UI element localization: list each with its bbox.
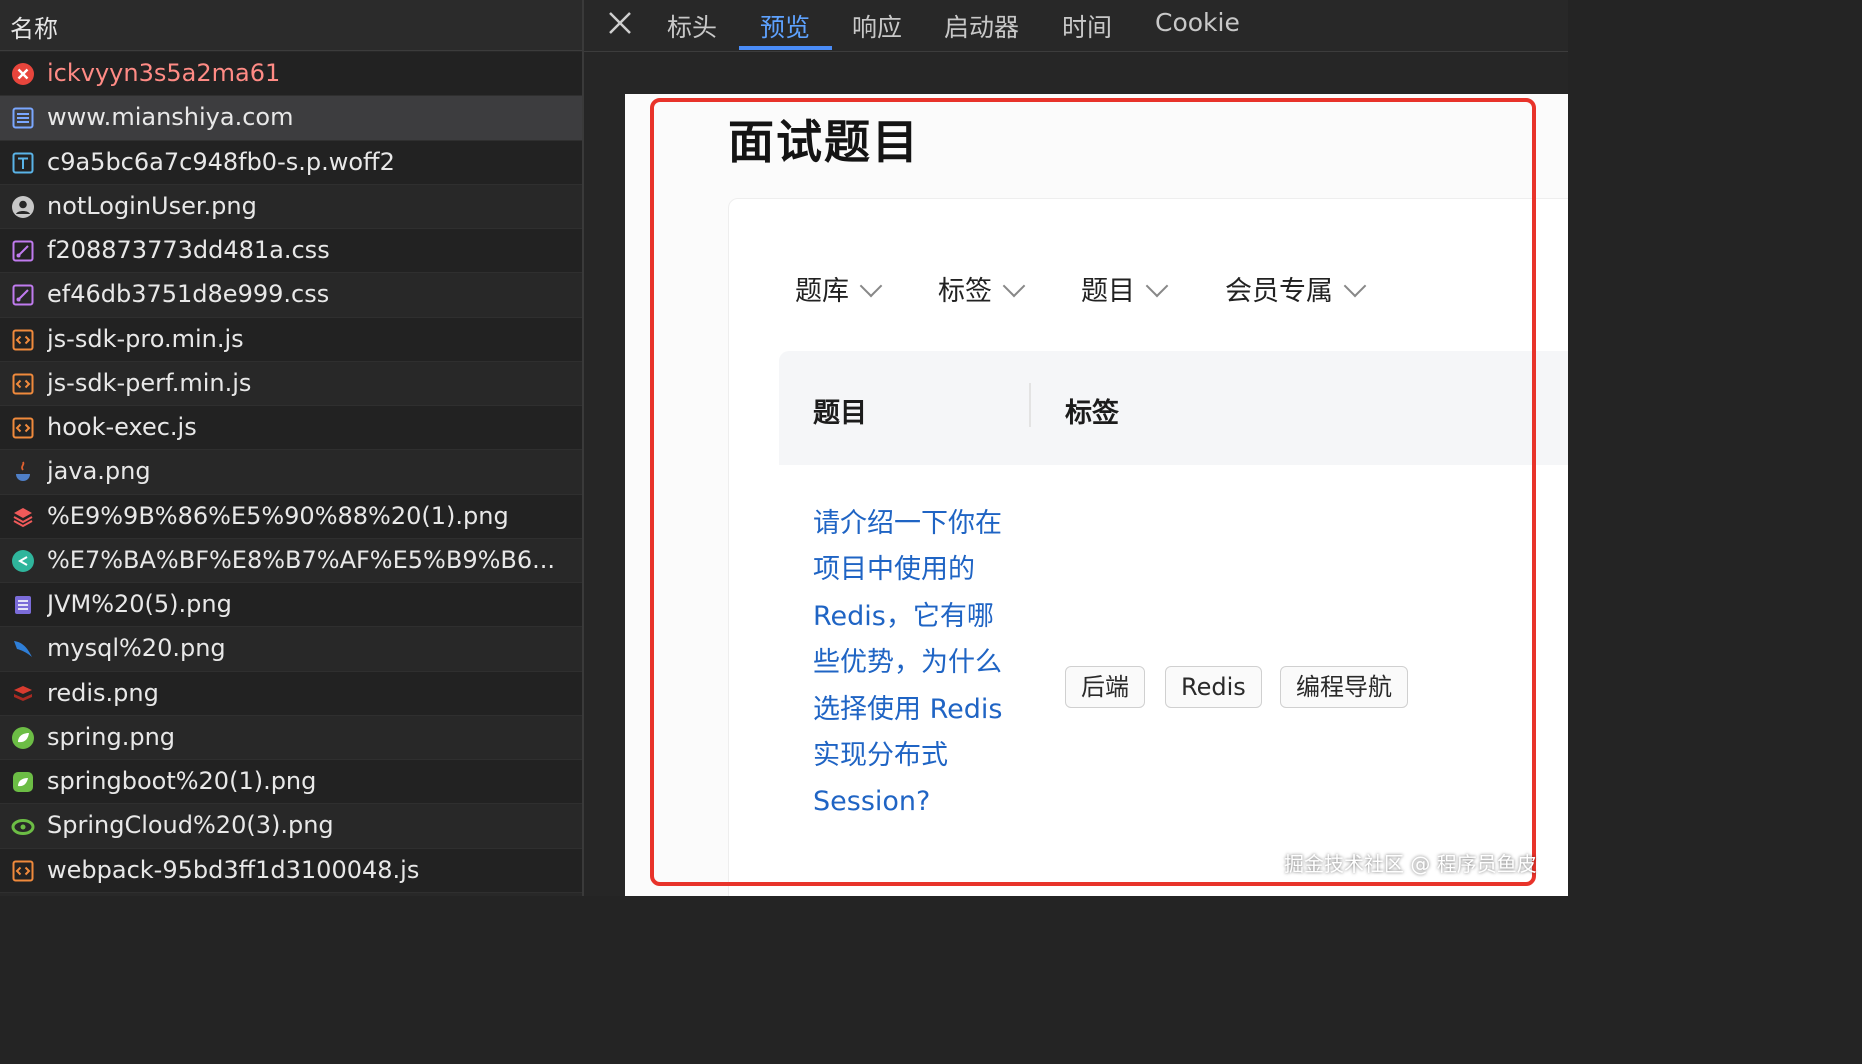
column-divider (1029, 383, 1031, 427)
tab-headers[interactable]: 标头 (667, 8, 717, 44)
request-name: %E9%9B%86%E5%90%88%20(1).png (47, 501, 509, 530)
tab-response[interactable]: 响应 (852, 8, 902, 44)
request-name: js-sdk-perf.min.js (47, 368, 252, 397)
name-column-header[interactable]: 名称 (0, 0, 582, 51)
request-name: notLoginUser.png (47, 191, 257, 220)
request-row[interactable]: redis.png (0, 671, 582, 716)
request-row[interactable]: www.mianshiya.com (0, 96, 582, 141)
filter-question-bank[interactable]: 题库 (795, 269, 883, 308)
request-name: mysql%20.png (47, 634, 226, 663)
stylesheet-icon (12, 240, 34, 262)
error-icon (12, 63, 34, 85)
script-icon (12, 373, 34, 395)
chevron-down-icon (1343, 274, 1367, 298)
chevron-down-icon (859, 274, 883, 298)
column-header-question: 题目 (813, 398, 867, 429)
request-row[interactable]: springboot%20(1).png (0, 760, 582, 805)
script-icon (12, 329, 34, 350)
tab-cookies[interactable]: Cookie (1155, 8, 1240, 37)
name-column-label: 名称 (10, 15, 58, 43)
filter-label: 题库 (795, 276, 849, 307)
request-row[interactable]: notLoginUser.png (0, 184, 582, 229)
request-row[interactable]: c9a5bc6a7c948fb0-s.p.woff2 (0, 140, 582, 185)
preview-page: 面试题目 题库 标签 题目 会员专属 题目 标签 请介绍一下你在项目中使用的 R… (625, 94, 1568, 896)
request-name: f208873773dd481a.css (47, 236, 330, 264)
script-icon (12, 417, 34, 439)
request-name: ickvyyn3s5a2ma61 (47, 59, 281, 87)
chevron-down-icon (1145, 274, 1169, 298)
request-name: www.mianshiya.com (47, 103, 294, 132)
request-name: springboot%20(1).png (47, 767, 317, 795)
request-row[interactable]: spring.png (0, 715, 582, 760)
watermark: 掘金技术社区 @ 程序员鱼皮 (1284, 852, 1537, 876)
filter-member-only[interactable]: 会员专属 (1225, 269, 1367, 308)
detail-panel: 标头 预览 响应 启动器 时间 Cookie 面试题目 题库 标签 题目 会员专… (584, 0, 1568, 896)
request-row[interactable]: js-sdk-perf.min.js (0, 361, 582, 406)
request-name: hook-exec.js (47, 413, 197, 441)
request-row[interactable]: ickvyyn3s5a2ma61 (0, 52, 582, 97)
layers-icon (13, 507, 33, 527)
springboot-icon (13, 772, 33, 792)
route-icon (12, 549, 34, 572)
request-name: js-sdk-pro.min.js (47, 324, 244, 353)
request-name: ef46db3751d8e999.css (47, 280, 330, 309)
tab-initiator[interactable]: 启动器 (944, 8, 1019, 44)
request-row[interactable]: SpringCloud%20(3).png (0, 804, 582, 849)
request-row[interactable]: hook-exec.js (0, 406, 582, 451)
request-name: webpack-95bd3ff1d3100048.js (47, 855, 420, 884)
request-row[interactable]: %E9%9B%86%E5%90%88%20(1).png (0, 494, 582, 539)
request-name: %E7%BA%BF%E8%B7%AF%E5%B9%B6... (47, 545, 556, 574)
filter-label: 会员专属 (1225, 276, 1333, 307)
tab-preview[interactable]: 预览 (760, 8, 810, 44)
table-header: 题目 标签 (779, 351, 1568, 465)
request-name: c9a5bc6a7c948fb0-s.p.woff2 (47, 147, 395, 176)
filter-tags[interactable]: 标签 (938, 269, 1026, 308)
font-icon (12, 152, 34, 173)
request-row[interactable]: js-sdk-pro.min.js (0, 317, 582, 362)
question-link[interactable]: 请介绍一下你在项目中使用的 Redis，它有哪些优势，为什么选择使用 Redis… (813, 501, 1003, 826)
springcloud-icon (11, 819, 35, 836)
active-tab-indicator (739, 46, 832, 50)
request-rows: ickvyyn3s5a2ma61 www.mianshiya.com c9a5bc6… (0, 52, 582, 893)
request-row[interactable]: webpack-95bd3ff1d3100048.js (0, 848, 582, 893)
request-row[interactable]: f208873773dd481a.css (0, 229, 582, 274)
request-name: SpringCloud%20(3).png (47, 811, 334, 840)
question-card: 题库 标签 题目 会员专属 题目 标签 请介绍一下你在项目中使用的 Redis，… (728, 198, 1568, 896)
java-icon (16, 461, 30, 482)
stylesheet-icon (12, 284, 34, 306)
tag-programming-nav[interactable]: 编程导航 (1280, 666, 1408, 708)
request-name: spring.png (47, 722, 176, 751)
spring-icon (12, 726, 34, 749)
request-row[interactable]: JVM%20(5).png (0, 583, 582, 628)
jvm-icon (15, 596, 31, 614)
request-row[interactable]: java.png (0, 450, 582, 495)
tag-redis[interactable]: Redis (1165, 666, 1262, 708)
script-icon (12, 860, 34, 881)
close-icon[interactable] (606, 8, 634, 38)
filter-label: 题目 (1081, 276, 1135, 307)
user-image-icon (12, 195, 34, 218)
request-row[interactable]: mysql%20.png (0, 627, 582, 672)
tab-timing[interactable]: 时间 (1062, 8, 1112, 44)
page-title: 面试题目 (728, 115, 920, 169)
request-name: java.png (47, 457, 151, 486)
detail-tabs: 标头 预览 响应 启动器 时间 Cookie (584, 0, 1568, 52)
request-name: JVM%20(5).png (47, 590, 232, 618)
request-name: redis.png (47, 678, 159, 707)
redis-icon (14, 685, 32, 701)
chevron-down-icon (1002, 274, 1026, 298)
request-row[interactable]: ef46db3751d8e999.css (0, 273, 582, 318)
mysql-icon (14, 641, 32, 658)
document-icon (12, 107, 34, 129)
filter-questions[interactable]: 题目 (1081, 269, 1169, 308)
request-list-panel: 名称 ickvyyn3s5a2ma61 www.mianshiya.com c9a5… (0, 0, 582, 896)
request-row[interactable]: %E7%BA%BF%E8%B7%AF%E5%B9%B6... (0, 538, 582, 583)
tag-backend[interactable]: 后端 (1065, 666, 1145, 708)
filter-label: 标签 (938, 276, 992, 307)
column-header-tags: 标签 (1065, 398, 1119, 429)
